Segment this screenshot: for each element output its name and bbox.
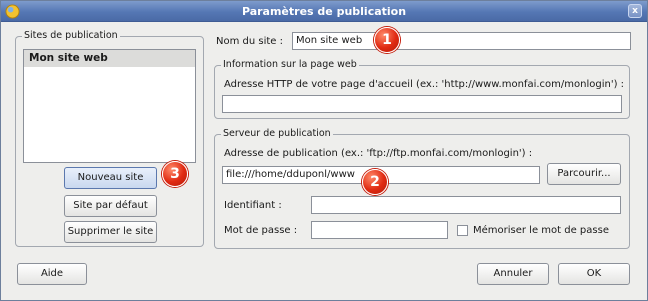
list-item[interactable]: Mon site web bbox=[24, 50, 195, 67]
password-field[interactable] bbox=[311, 221, 448, 239]
window-title: Paramètres de publication bbox=[241, 5, 407, 18]
publish-settings-dialog: Paramètres de publication x Sites de pub… bbox=[0, 0, 648, 301]
site-name-label: Nom du site : bbox=[216, 36, 283, 47]
annotation-badge-2: 2 bbox=[362, 169, 388, 195]
homepage-url-label: Adresse HTTP de votre page d'accueil (ex… bbox=[224, 79, 625, 90]
new-site-button[interactable]: Nouveau site bbox=[64, 167, 157, 189]
site-name-field[interactable]: Mon site web bbox=[292, 32, 631, 50]
annotation-badge-3: 3 bbox=[162, 161, 188, 187]
ok-button[interactable]: OK bbox=[558, 263, 630, 285]
site-list[interactable]: Mon site web bbox=[23, 49, 196, 163]
help-button[interactable]: Aide bbox=[17, 263, 87, 285]
web-info-legend: Information sur la page web bbox=[221, 59, 359, 70]
sites-group-legend: Sites de publication bbox=[22, 30, 120, 41]
homepage-url-field[interactable] bbox=[222, 95, 622, 113]
remember-password-label: Mémoriser le mot de passe bbox=[473, 225, 609, 236]
server-group-legend: Serveur de publication bbox=[221, 128, 333, 139]
publish-address-label: Adresse de publication (ex.: 'ftp://ftp.… bbox=[224, 148, 533, 159]
annotation-badge-1: 1 bbox=[374, 27, 400, 53]
cancel-button[interactable]: Annuler bbox=[477, 263, 549, 285]
login-field[interactable] bbox=[311, 196, 621, 214]
delete-site-button[interactable]: Supprimer le site bbox=[64, 221, 157, 243]
close-button[interactable]: x bbox=[628, 4, 642, 18]
title-bar: Paramètres de publication x bbox=[1, 1, 647, 22]
remember-password-checkbox[interactable] bbox=[457, 225, 468, 236]
password-label: Mot de passe : bbox=[224, 225, 298, 236]
login-label: Identifiant : bbox=[224, 200, 282, 211]
default-site-button[interactable]: Site par défaut bbox=[64, 195, 157, 217]
browse-button[interactable]: Parcourir... bbox=[547, 163, 621, 185]
